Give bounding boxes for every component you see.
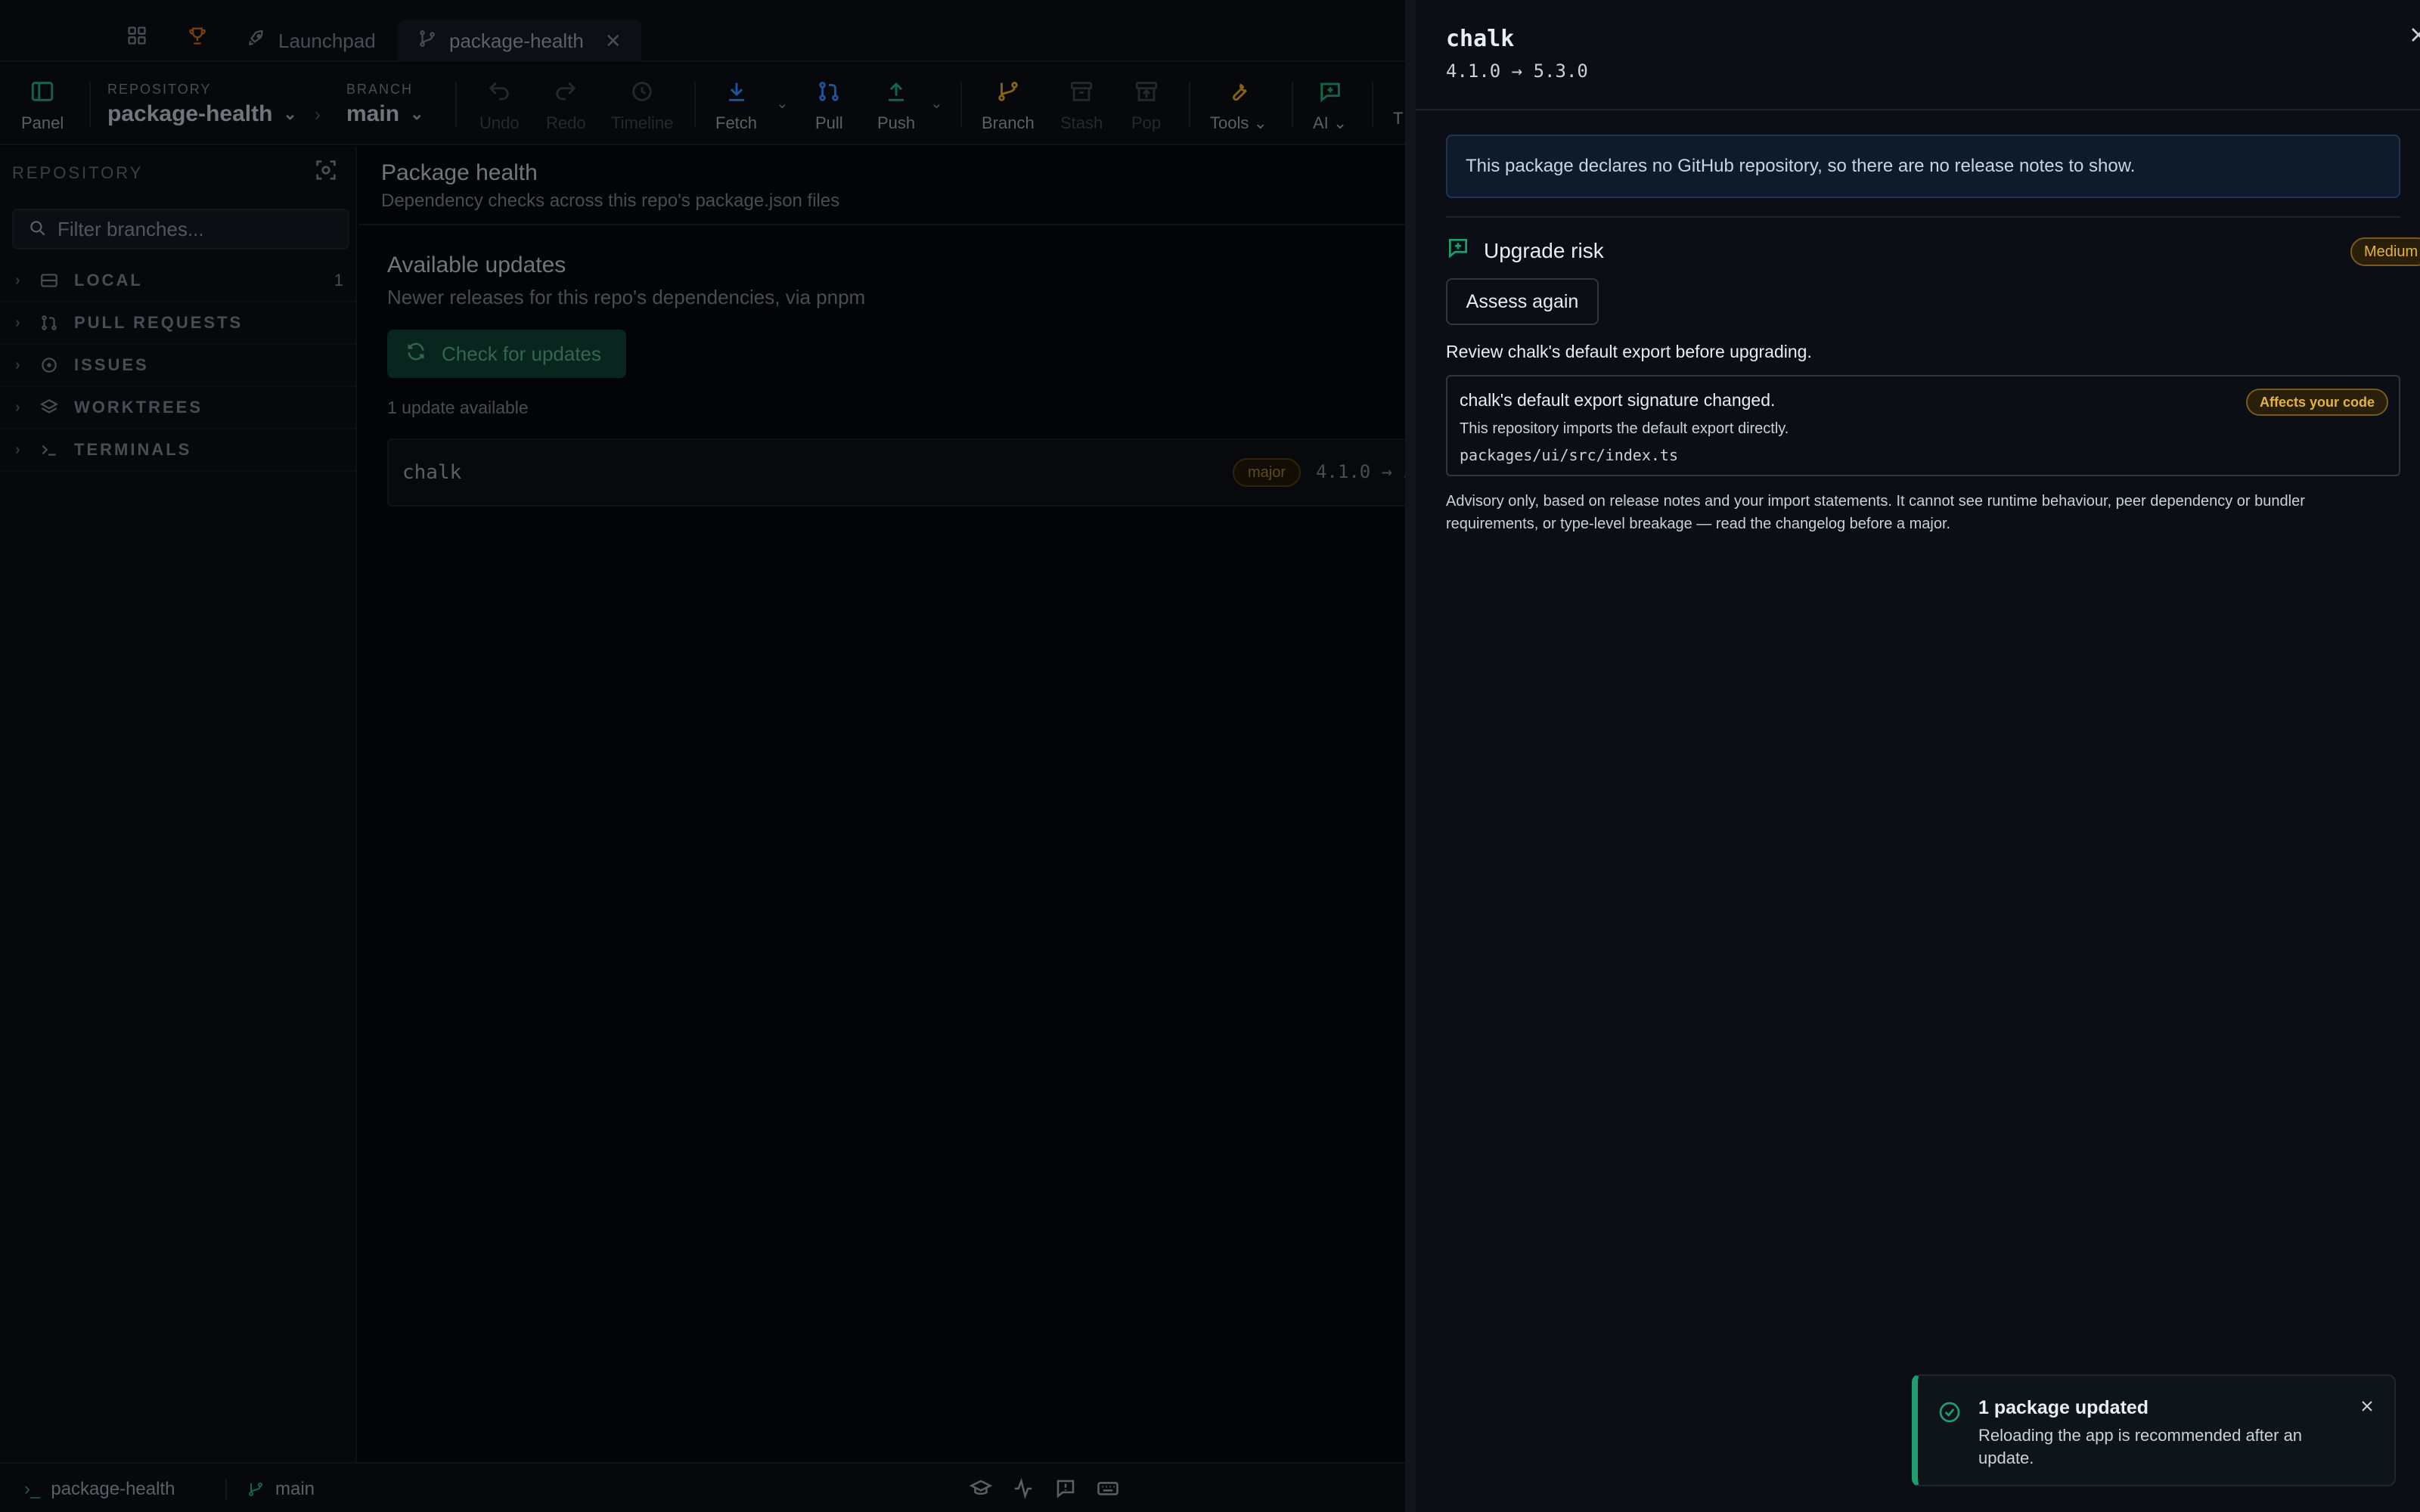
drawer-content: chalk 4.1.0 → 5.3.0 This package declare… (1416, 0, 2420, 1512)
notice-text: This package declares no GitHub reposito… (1466, 156, 2136, 176)
advisory-note: Advisory only, based on release notes an… (1446, 493, 2305, 532)
modal-backdrop[interactable] (0, 0, 1407, 1512)
finding-title: chalk's default export signature changed… (1460, 390, 1776, 410)
upgrade-risk-title: Upgrade risk (1484, 238, 1604, 262)
package-details-drawer: chalk 4.1.0 → 5.3.0 This package declare… (1405, 0, 2420, 1512)
review-summary: Review chalk's default export before upg… (1446, 342, 1812, 361)
finding-description: This repository imports the default expo… (1460, 420, 1789, 437)
risk-level-badge: Medium (2350, 237, 2420, 266)
check-circle-icon (1938, 1400, 1963, 1426)
toast-message: Reloading the app is recommended after a… (1978, 1426, 2303, 1467)
message-plus-icon (1446, 236, 1470, 265)
app-window: Launchpad package-health ✕ Panel REPOSIT… (0, 0, 2420, 1512)
finding-file-path: packages/ui/src/index.ts (1460, 446, 1678, 464)
upgrade-risk-heading: Upgrade risk (1446, 236, 1604, 265)
drawer-version: 4.1.0 → 5.3.0 (1446, 60, 1588, 82)
drawer-title: chalk (1446, 26, 1515, 52)
affects-code-badge: Affects your code (2245, 389, 2388, 416)
finding-card: chalk's default export signature changed… (1446, 375, 2400, 476)
drawer-divider (1416, 109, 2420, 110)
close-drawer-icon[interactable] (2406, 23, 2420, 50)
toast-notification: 1 package updated Reloading the app is r… (1912, 1374, 2396, 1486)
release-notes-notice: This package declares no GitHub reposito… (1446, 135, 2400, 198)
assess-again-button[interactable]: Assess again (1446, 278, 1599, 325)
section-divider (1446, 216, 2400, 218)
close-toast-icon[interactable] (2358, 1397, 2378, 1417)
toast-title: 1 package updated (1978, 1397, 2149, 1418)
